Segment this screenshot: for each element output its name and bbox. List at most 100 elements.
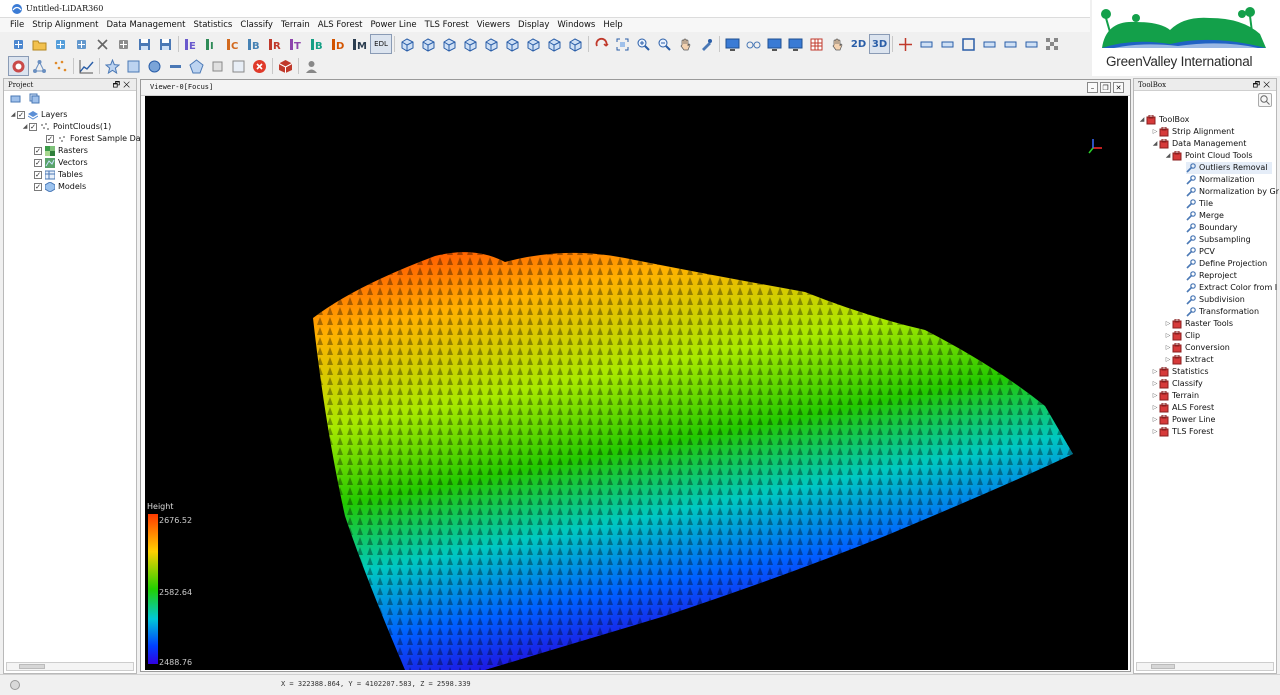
phone-button[interactable] bbox=[1021, 34, 1042, 54]
class-d-button[interactable]: D bbox=[328, 34, 349, 54]
class-b-button[interactable]: B bbox=[244, 34, 265, 54]
toolbox-item-tile[interactable]: Tile bbox=[1186, 198, 1213, 210]
menu-statistics[interactable]: Statistics bbox=[189, 18, 236, 32]
expand-arrow-icon[interactable]: ◢ bbox=[9, 109, 17, 121]
layer-add-icon[interactable] bbox=[29, 93, 40, 104]
distance-button[interactable] bbox=[937, 34, 958, 54]
vectors-node[interactable]: ✓ Vectors bbox=[34, 157, 88, 169]
menu-tls-forest[interactable]: TLS Forest bbox=[421, 18, 473, 32]
toolbox-item-clip[interactable]: ▷ Clip bbox=[1164, 330, 1200, 342]
view-front-button[interactable] bbox=[397, 34, 418, 54]
tables-node[interactable]: ✓ Tables bbox=[34, 169, 83, 181]
expand-arrow-icon[interactable]: ▷ bbox=[1151, 126, 1159, 138]
toolbox-item-power-line[interactable]: ▷ Power Line bbox=[1151, 414, 1215, 426]
add-measure-button[interactable] bbox=[71, 34, 92, 54]
rotate-button[interactable] bbox=[591, 34, 612, 54]
toolbox-item-raster-tools[interactable]: ▷ Raster Tools bbox=[1164, 318, 1233, 330]
clip-box2-button[interactable] bbox=[228, 56, 249, 76]
class-c-button[interactable]: C bbox=[223, 34, 244, 54]
pointcloud-display-button[interactable] bbox=[8, 56, 29, 76]
rasters-checkbox[interactable]: ✓ bbox=[34, 147, 42, 155]
save-as-button[interactable] bbox=[155, 34, 176, 54]
glasses-button[interactable] bbox=[743, 34, 764, 54]
toolbox-item-subsampling[interactable]: Subsampling bbox=[1186, 234, 1251, 246]
expand-arrow-icon[interactable]: ◢ bbox=[21, 121, 29, 133]
panel-controls[interactable]: 🗗✕ bbox=[113, 79, 133, 91]
cancel-button[interactable] bbox=[249, 56, 270, 76]
menu-strip-alignment[interactable]: Strip Alignment bbox=[28, 18, 102, 32]
collapse-arrow-icon[interactable]: ◢ bbox=[1164, 150, 1172, 162]
menu-windows[interactable]: Windows bbox=[553, 18, 599, 32]
view-back-button[interactable] bbox=[418, 34, 439, 54]
viewer-tab[interactable]: Viewer-0[Focus] bbox=[150, 83, 213, 91]
mode-2d-button[interactable]: 2D bbox=[848, 34, 869, 54]
class-r-button[interactable]: R bbox=[265, 34, 286, 54]
minimize-button[interactable]: – bbox=[1087, 82, 1098, 93]
open-folder-button[interactable] bbox=[29, 34, 50, 54]
pointclouds-node[interactable]: ◢ ✓ PointClouds(1) bbox=[21, 121, 111, 133]
forest-sample-node[interactable]: ✓ Forest Sample Dat bbox=[46, 133, 144, 145]
class-t-button[interactable]: T bbox=[286, 34, 307, 54]
view-right-button[interactable] bbox=[460, 34, 481, 54]
toolbox-item-transformation[interactable]: Transformation bbox=[1186, 306, 1259, 318]
scroll-thumb[interactable] bbox=[1151, 664, 1175, 669]
minus-shape-button[interactable] bbox=[165, 56, 186, 76]
vectors-checkbox[interactable]: ✓ bbox=[34, 159, 42, 167]
monitor-button[interactable] bbox=[722, 34, 743, 54]
pan-button[interactable] bbox=[675, 34, 696, 54]
toolbox-item-point-cloud-tools[interactable]: ◢ Point Cloud Tools bbox=[1164, 150, 1253, 162]
ruler-button[interactable] bbox=[916, 34, 937, 54]
remove-button[interactable] bbox=[92, 34, 113, 54]
cube-button[interactable] bbox=[275, 56, 296, 76]
toolbox-item-subdivision[interactable]: Subdivision bbox=[1186, 294, 1245, 306]
expand-arrow-icon[interactable]: ▷ bbox=[1151, 366, 1159, 378]
models-node[interactable]: ✓ Models bbox=[34, 181, 86, 193]
expand-arrow-icon[interactable]: ▷ bbox=[1164, 318, 1172, 330]
toolbox-item-pcv[interactable]: PCV bbox=[1186, 246, 1215, 258]
scatter-button[interactable] bbox=[50, 56, 71, 76]
toolbox-item-conversion[interactable]: ▷ Conversion bbox=[1164, 342, 1230, 354]
collapse-arrow-icon[interactable]: ◢ bbox=[1151, 138, 1159, 150]
window-button[interactable] bbox=[785, 34, 806, 54]
add-point-button[interactable] bbox=[50, 34, 71, 54]
menu-data-management[interactable]: Data Management bbox=[102, 18, 189, 32]
toolbox-root-node[interactable]: ◢ ToolBox bbox=[1138, 114, 1189, 126]
edl-button[interactable]: EDL bbox=[370, 34, 392, 54]
toolbox-hscrollbar[interactable] bbox=[1136, 662, 1274, 671]
toolbox-item-extract-color-from-i[interactable]: Extract Color from I bbox=[1186, 282, 1277, 294]
view-left-button[interactable] bbox=[439, 34, 460, 54]
sphere-button[interactable] bbox=[144, 56, 165, 76]
toolbox-item-strip-alignment[interactable]: ▷ Strip Alignment bbox=[1151, 126, 1234, 138]
close-button[interactable]: ✕ bbox=[1113, 82, 1124, 93]
project-hscrollbar[interactable] bbox=[6, 662, 134, 671]
expand-arrow-icon[interactable]: ▷ bbox=[1151, 402, 1159, 414]
clip-box-button[interactable] bbox=[207, 56, 228, 76]
models-checkbox[interactable]: ✓ bbox=[34, 183, 42, 191]
network-button[interactable] bbox=[29, 56, 50, 76]
menu-viewers[interactable]: Viewers bbox=[473, 18, 514, 32]
toolbox-item-boundary[interactable]: Boundary bbox=[1186, 222, 1238, 234]
menu-classify[interactable]: Classify bbox=[236, 18, 277, 32]
toolbox-item-statistics[interactable]: ▷ Statistics bbox=[1151, 366, 1209, 378]
rasters-node[interactable]: ✓ Rasters bbox=[34, 145, 88, 157]
restore-button[interactable]: ❐ bbox=[1100, 82, 1111, 93]
profile-button[interactable] bbox=[979, 34, 1000, 54]
class-i-button[interactable]: I bbox=[202, 34, 223, 54]
expand-arrow-icon[interactable]: ▷ bbox=[1164, 354, 1172, 366]
pan-cube-button[interactable] bbox=[827, 34, 848, 54]
expand-arrow-icon[interactable]: ▷ bbox=[1164, 330, 1172, 342]
expand-arrow-icon[interactable]: ◢ bbox=[1138, 114, 1146, 126]
menu-file[interactable]: File bbox=[6, 18, 28, 32]
toolbox-item-define-projection[interactable]: Define Projection bbox=[1186, 258, 1267, 270]
zoom-out-button[interactable] bbox=[654, 34, 675, 54]
toolbox-item-normalization[interactable]: Normalization bbox=[1186, 174, 1255, 186]
pick-button[interactable] bbox=[696, 34, 717, 54]
pointclouds-checkbox[interactable]: ✓ bbox=[29, 123, 37, 131]
mode-3d-button[interactable]: 3D bbox=[869, 34, 890, 54]
toolbox-item-outliers-removal[interactable]: Outliers Removal bbox=[1186, 162, 1272, 174]
panel-controls[interactable]: 🗗✕ bbox=[1253, 79, 1273, 91]
progress-knob[interactable] bbox=[10, 680, 20, 690]
crosshair-button[interactable] bbox=[895, 34, 916, 54]
class-m-button[interactable]: M bbox=[349, 34, 370, 54]
tables-checkbox[interactable]: ✓ bbox=[34, 171, 42, 179]
